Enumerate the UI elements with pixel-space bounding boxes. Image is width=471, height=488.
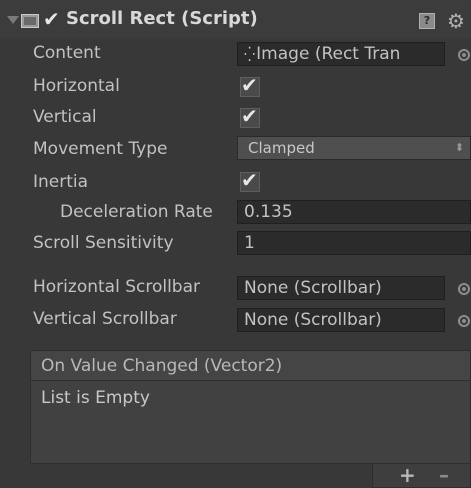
dropdown-arrows-icon: ⬍	[454, 141, 464, 154]
horizontal-label: Horizontal	[33, 76, 120, 96]
rect-transform-icon: ⁛	[244, 47, 256, 63]
content-picker-icon[interactable]	[458, 49, 470, 61]
add-listener-button[interactable]: +	[399, 465, 416, 485]
deceleration-rate-label: Deceleration Rate	[60, 202, 213, 222]
horizontal-scrollbar-label: Horizontal Scrollbar	[33, 277, 201, 297]
check-icon: ✔	[241, 168, 258, 192]
scroll-sensitivity-field[interactable]: 1	[237, 231, 471, 255]
movement-type-label: Movement Type	[33, 139, 168, 159]
scroll-sensitivity-label: Scroll Sensitivity	[33, 233, 174, 253]
gear-icon[interactable]: ⚙	[447, 9, 465, 33]
foldout-arrow-icon[interactable]	[7, 16, 19, 24]
movement-type-dropdown[interactable]: Clamped ⬍	[237, 136, 471, 160]
content-value: Image (Rect Tran	[256, 44, 401, 64]
component-enabled-checkbox[interactable]: ✔	[43, 8, 61, 30]
horizontal-scrollbar-field[interactable]: None (Scrollbar)	[237, 276, 445, 300]
content-object-field[interactable]: ⁛Image (Rect Tran	[237, 42, 445, 66]
vertical-label: Vertical	[33, 107, 97, 127]
horizontal-scrollbar-picker-icon[interactable]	[458, 283, 470, 295]
component-title: Scroll Rect (Script)	[66, 8, 258, 29]
check-icon: ✔	[241, 104, 258, 128]
horizontal-checkbox[interactable]: ✔	[240, 73, 260, 97]
content-label: Content	[33, 43, 101, 63]
inertia-checkbox[interactable]: ✔	[240, 168, 260, 192]
event-footer: + –	[372, 464, 471, 488]
component-icon	[21, 14, 39, 28]
movement-type-value: Clamped	[248, 139, 315, 157]
remove-listener-button[interactable]: –	[439, 465, 449, 485]
scroll-rect-inspector: ✔ Scroll Rect (Script) ? ⚙ Content ⁛Imag…	[0, 0, 471, 488]
vertical-scrollbar-picker-icon[interactable]	[458, 315, 470, 327]
vertical-checkbox[interactable]: ✔	[240, 104, 260, 128]
vertical-scrollbar-field[interactable]: None (Scrollbar)	[237, 308, 445, 332]
inertia-label: Inertia	[33, 172, 89, 192]
check-icon: ✔	[43, 7, 60, 31]
list-empty-text: List is Empty	[41, 388, 150, 408]
help-icon[interactable]: ?	[419, 13, 435, 29]
on-value-changed-header: On Value Changed (Vector2)	[30, 350, 471, 380]
check-icon: ✔	[241, 73, 258, 97]
on-value-changed-list: List is Empty	[30, 380, 471, 464]
deceleration-rate-field[interactable]: 0.135	[237, 200, 471, 224]
vertical-scrollbar-label: Vertical Scrollbar	[33, 309, 177, 329]
component-header[interactable]: ✔ Scroll Rect (Script) ? ⚙	[0, 0, 471, 38]
